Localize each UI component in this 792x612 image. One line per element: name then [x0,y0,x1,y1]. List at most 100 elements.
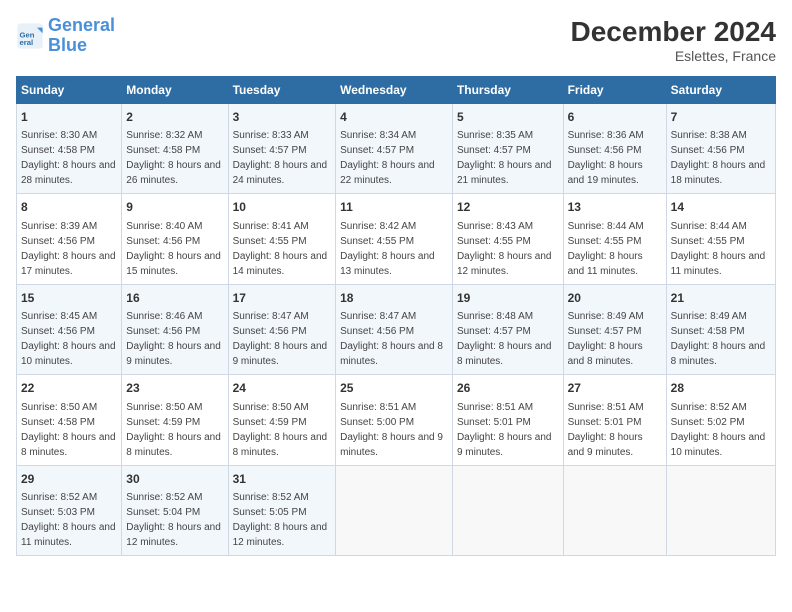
day-number: 5 [457,109,559,126]
calendar-cell: 29Sunrise: 8:52 AMSunset: 5:03 PMDayligh… [17,465,122,555]
calendar-cell: 5 Sunrise: 8:35 AMSunset: 4:57 PMDaylight… [452,104,563,194]
day-info: Sunrise: 8:34 AMSunset: 4:57 PMDaylight:… [340,128,448,188]
calendar-table: Sunday Monday Tuesday Wednesday Thursday… [16,76,776,556]
calendar-week-row: 29Sunrise: 8:52 AMSunset: 5:03 PMDayligh… [17,465,776,555]
day-number: 16 [126,290,223,307]
day-info: Sunrise: 8:51 AMSunset: 5:00 PMDaylight:… [340,400,448,460]
day-info: Sunrise: 8:52 AMSunset: 5:04 PMDaylight:… [126,490,223,550]
day-info: Sunrise: 8:52 AMSunset: 5:05 PMDaylight:… [233,490,332,550]
calendar-cell: 21Sunrise: 8:49 AMSunset: 4:58 PMDayligh… [666,284,775,374]
calendar-cell [666,465,775,555]
day-info: Sunrise: 8:47 AMSunset: 4:56 PMDaylight:… [340,309,448,369]
calendar-cell: 15 Sunrise: 8:45 AMSunset: 4:56 PMDayligh… [17,284,122,374]
calendar-cell: 28 Sunrise: 8:52 AMSunset: 5:02 PMDayligh… [666,375,775,465]
calendar-week-row: 22 Sunrise: 8:50 AMSunset: 4:58 PMDayligh… [17,375,776,465]
day-number: 13 [568,199,662,216]
calendar-cell: 8Sunrise: 8:39 AMSunset: 4:56 PMDaylight… [17,194,122,284]
calendar-cell: 27 Sunrise: 8:51 AMSunset: 5:01 PMDayligh… [563,375,666,465]
logo-icon: Gen eral [16,22,44,50]
calendar-cell: 19 Sunrise: 8:48 AMSunset: 4:57 PMDayligh… [452,284,563,374]
calendar-cell: 7 Sunrise: 8:38 AMSunset: 4:56 PMDaylight… [666,104,775,194]
day-number: 31 [233,471,332,488]
day-info: Sunrise: 8:49 AMSunset: 4:57 PMDaylight:… [568,309,662,369]
day-number: 24 [233,380,332,397]
day-info: Sunrise: 8:47 AMSunset: 4:56 PMDaylight:… [233,309,332,369]
calendar-cell: 1Sunrise: 8:30 AMSunset: 4:58 PMDaylight… [17,104,122,194]
day-number: 20 [568,290,662,307]
day-number: 22 [21,380,117,397]
day-info: Sunrise: 8:36 AMSunset: 4:56 PMDaylight:… [568,128,662,188]
day-info: Sunrise: 8:39 AMSunset: 4:56 PMDaylight:… [21,219,117,279]
weekday-header-row: Sunday Monday Tuesday Wednesday Thursday… [17,77,776,104]
calendar-cell: 25 Sunrise: 8:51 AMSunset: 5:00 PMDayligh… [336,375,453,465]
logo-text: GeneralBlue [48,16,115,56]
calendar-cell: 4Sunrise: 8:34 AMSunset: 4:57 PMDaylight… [336,104,453,194]
calendar-cell: 20 Sunrise: 8:49 AMSunset: 4:57 PMDayligh… [563,284,666,374]
day-number: 14 [671,199,771,216]
day-info: Sunrise: 8:51 AMSunset: 5:01 PMDaylight:… [568,400,662,460]
calendar-cell: 22 Sunrise: 8:50 AMSunset: 4:58 PMDayligh… [17,375,122,465]
day-number: 19 [457,290,559,307]
day-number: 15 [21,290,117,307]
day-number: 27 [568,380,662,397]
header-monday: Monday [122,77,228,104]
day-number: 26 [457,380,559,397]
calendar-cell: 31 Sunrise: 8:52 AMSunset: 5:05 PMDayligh… [228,465,336,555]
day-info: Sunrise: 8:45 AMSunset: 4:56 PMDaylight:… [21,309,117,369]
day-info: Sunrise: 8:50 AMSunset: 4:59 PMDaylight:… [233,400,332,460]
calendar-week-row: 8Sunrise: 8:39 AMSunset: 4:56 PMDaylight… [17,194,776,284]
day-number: 7 [671,109,771,126]
day-number: 6 [568,109,662,126]
day-info: Sunrise: 8:33 AMSunset: 4:57 PMDaylight:… [233,128,332,188]
calendar-week-row: 1Sunrise: 8:30 AMSunset: 4:58 PMDaylight… [17,104,776,194]
calendar-cell: 16 Sunrise: 8:46 AMSunset: 4:56 PMDayligh… [122,284,228,374]
calendar-cell: 12 Sunrise: 8:43 AMSunset: 4:55 PMDayligh… [452,194,563,284]
calendar-cell: 6 Sunrise: 8:36 AMSunset: 4:56 PMDaylight… [563,104,666,194]
day-number: 18 [340,290,448,307]
calendar-cell: 17 Sunrise: 8:47 AMSunset: 4:56 PMDayligh… [228,284,336,374]
calendar-cell: 13 Sunrise: 8:44 AMSunset: 4:55 PMDayligh… [563,194,666,284]
calendar-cell: 18 Sunrise: 8:47 AMSunset: 4:56 PMDayligh… [336,284,453,374]
calendar-week-row: 15 Sunrise: 8:45 AMSunset: 4:56 PMDayligh… [17,284,776,374]
day-number: 28 [671,380,771,397]
header-thursday: Thursday [452,77,563,104]
logo: Gen eral GeneralBlue [16,16,115,56]
day-info: Sunrise: 8:46 AMSunset: 4:56 PMDaylight:… [126,309,223,369]
calendar-cell: 24 Sunrise: 8:50 AMSunset: 4:59 PMDayligh… [228,375,336,465]
day-info: Sunrise: 8:52 AMSunset: 5:03 PMDaylight:… [21,490,117,550]
day-number: 9 [126,199,223,216]
day-info: Sunrise: 8:30 AMSunset: 4:58 PMDaylight:… [21,128,117,188]
header-wednesday: Wednesday [336,77,453,104]
calendar-cell: 14Sunrise: 8:44 AMSunset: 4:55 PMDayligh… [666,194,775,284]
location: Eslettes, France [571,48,776,64]
day-info: Sunrise: 8:44 AMSunset: 4:55 PMDaylight:… [568,219,662,279]
day-number: 2 [126,109,223,126]
day-info: Sunrise: 8:42 AMSunset: 4:55 PMDaylight:… [340,219,448,279]
day-info: Sunrise: 8:35 AMSunset: 4:57 PMDaylight:… [457,128,559,188]
day-number: 25 [340,380,448,397]
day-info: Sunrise: 8:52 AMSunset: 5:02 PMDaylight:… [671,400,771,460]
day-info: Sunrise: 8:48 AMSunset: 4:57 PMDaylight:… [457,309,559,369]
calendar-cell: 23 Sunrise: 8:50 AMSunset: 4:59 PMDayligh… [122,375,228,465]
day-info: Sunrise: 8:50 AMSunset: 4:59 PMDaylight:… [126,400,223,460]
calendar-cell [563,465,666,555]
day-number: 17 [233,290,332,307]
day-number: 3 [233,109,332,126]
calendar-cell: 9Sunrise: 8:40 AMSunset: 4:56 PMDaylight… [122,194,228,284]
title-block: December 2024 Eslettes, France [571,16,776,64]
header-sunday: Sunday [17,77,122,104]
day-info: Sunrise: 8:51 AMSunset: 5:01 PMDaylight:… [457,400,559,460]
day-info: Sunrise: 8:41 AMSunset: 4:55 PMDaylight:… [233,219,332,279]
header-tuesday: Tuesday [228,77,336,104]
day-number: 23 [126,380,223,397]
day-info: Sunrise: 8:38 AMSunset: 4:56 PMDaylight:… [671,128,771,188]
day-number: 30 [126,471,223,488]
day-info: Sunrise: 8:50 AMSunset: 4:58 PMDaylight:… [21,400,117,460]
calendar-cell [336,465,453,555]
day-info: Sunrise: 8:43 AMSunset: 4:55 PMDaylight:… [457,219,559,279]
calendar-cell: 10Sunrise: 8:41 AMSunset: 4:55 PMDayligh… [228,194,336,284]
calendar-cell: 3 Sunrise: 8:33 AMSunset: 4:57 PMDaylight… [228,104,336,194]
day-number: 12 [457,199,559,216]
calendar-cell: 11Sunrise: 8:42 AMSunset: 4:55 PMDayligh… [336,194,453,284]
calendar-cell: 26 Sunrise: 8:51 AMSunset: 5:01 PMDayligh… [452,375,563,465]
